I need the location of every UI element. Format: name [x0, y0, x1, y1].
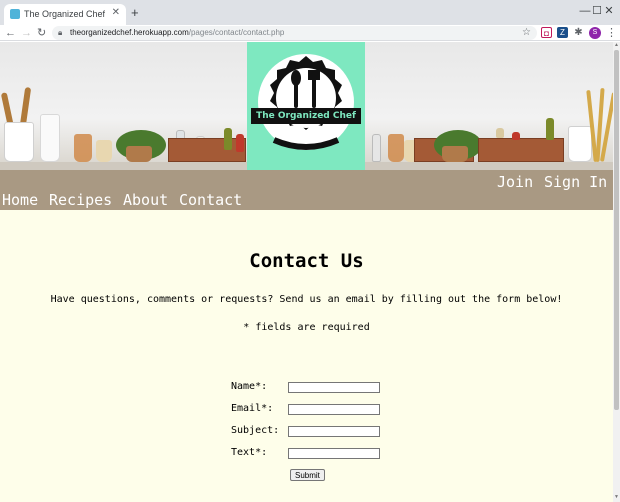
bottle-decoration: [372, 134, 381, 162]
oil-bottle-decoration: [224, 128, 232, 150]
tab-close-icon[interactable]: ✕: [112, 7, 120, 18]
tab-title: The Organized Chef: [24, 9, 106, 19]
spice-jar-decoration: [388, 134, 404, 162]
plant-pot-decoration: [126, 146, 152, 162]
nav-join-link[interactable]: Join: [497, 173, 533, 191]
name-input[interactable]: [288, 382, 380, 393]
scroll-up-arrow-icon[interactable]: ▲: [614, 42, 619, 48]
jar-decoration: [496, 128, 504, 138]
new-tab-button[interactable]: +: [131, 5, 139, 20]
page-scrollbar[interactable]: ▲ ▼: [613, 42, 620, 502]
nav-sign-in-link[interactable]: Sign In: [544, 173, 607, 191]
lock-icon: 🔒︎: [58, 28, 63, 37]
wooden-crate-decoration: [168, 138, 246, 162]
jar-decoration: [512, 132, 520, 140]
email-label: Email*:: [231, 403, 274, 414]
site-favicon-icon: [10, 9, 20, 19]
chef-seal-icon: [258, 54, 354, 150]
plant-pot-decoration: [442, 146, 468, 162]
subject-label: Subject:: [231, 425, 280, 436]
nav-contact-link[interactable]: Contact: [179, 191, 242, 209]
utensil-jar-decoration: [4, 122, 34, 162]
nav-recipes-link[interactable]: Recipes: [49, 191, 112, 209]
site-logo[interactable]: The Organized Chef: [247, 42, 365, 170]
page-title: Contact Us: [249, 250, 364, 272]
address-bar[interactable]: 🔒︎ theorganizedchef.herokuapp.com/pages/…: [52, 26, 537, 40]
forward-arrow-icon[interactable]: →: [21, 25, 32, 41]
pitcher-decoration: [568, 126, 592, 162]
text-input[interactable]: [288, 448, 380, 459]
contact-intro-text: Have questions, comments or requests? Se…: [50, 294, 563, 305]
scroll-down-arrow-icon[interactable]: ▼: [614, 494, 619, 500]
oil-bottle-decoration: [546, 118, 554, 140]
logo-text: The Organized Chef: [251, 108, 361, 124]
extension-z-icon[interactable]: Z: [557, 27, 568, 38]
browser-tab[interactable]: The Organized Chef ✕: [4, 4, 126, 25]
main-navigation: Home Recipes About Contact Join Sign In: [0, 170, 613, 210]
contact-section: Contact Us Have questions, comments or r…: [0, 210, 613, 502]
extensions-puzzle-icon[interactable]: ✱: [573, 27, 584, 38]
pitcher-decoration: [40, 114, 60, 162]
reload-icon[interactable]: ↻: [37, 25, 46, 41]
profile-avatar[interactable]: S: [589, 27, 601, 39]
required-fields-note: * fields are required: [243, 322, 370, 333]
browser-menu-icon[interactable]: ⋮: [606, 25, 617, 41]
back-arrow-icon[interactable]: ←: [5, 25, 16, 41]
email-input[interactable]: [288, 404, 380, 415]
extension-shield-icon[interactable]: ◘: [541, 27, 552, 38]
window-close-button[interactable]: ✕: [598, 2, 620, 20]
scrollbar-thumb[interactable]: [614, 50, 619, 410]
wooden-crate-decoration: [478, 138, 564, 162]
web-page: The Organized Chef Home Recipes About Co…: [0, 42, 613, 502]
sauce-bottle-decoration: [236, 134, 244, 152]
text-label: Text*:: [231, 447, 268, 458]
browser-tab-bar: The Organized Chef ✕ + — ☐ ✕: [0, 0, 620, 25]
header-banner-image: The Organized Chef: [0, 42, 613, 170]
submit-button[interactable]: Submit: [290, 469, 325, 481]
bookmark-star-icon[interactable]: ☆: [522, 26, 531, 40]
spice-jar-decoration: [74, 134, 92, 162]
subject-input[interactable]: [288, 426, 380, 437]
name-label: Name*:: [231, 381, 268, 392]
nav-about-link[interactable]: About: [123, 191, 168, 209]
spice-jar-decoration: [96, 140, 112, 162]
url-text: theorganizedchef.herokuapp.com/pages/con…: [70, 28, 285, 37]
nav-home-link[interactable]: Home: [2, 191, 38, 209]
browser-toolbar: ← → ↻ 🔒︎ theorganizedchef.herokuapp.com/…: [0, 25, 620, 41]
